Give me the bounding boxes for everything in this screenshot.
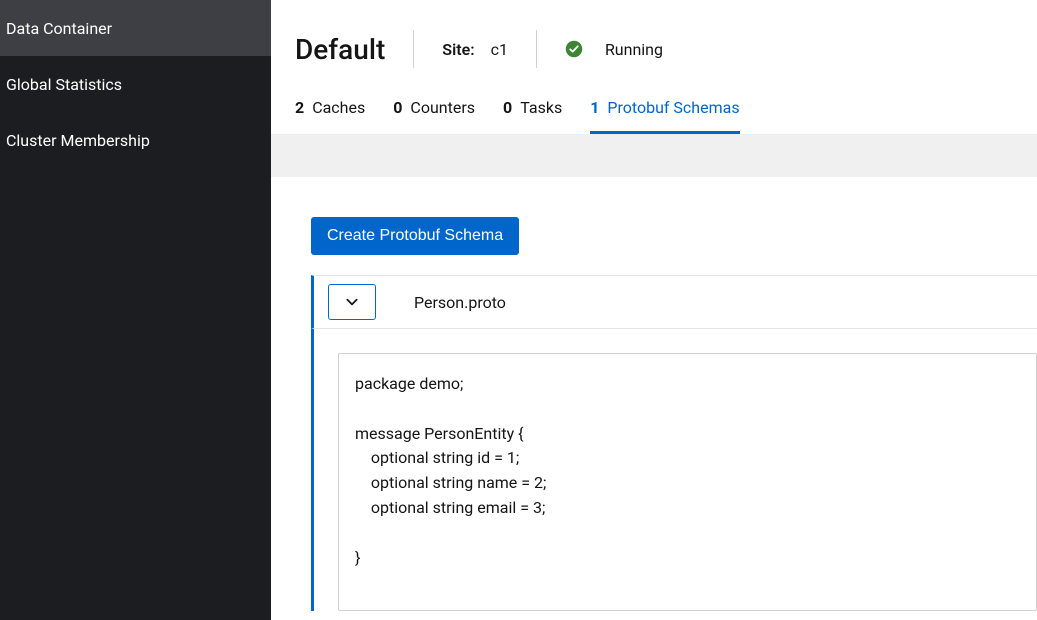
divider bbox=[413, 30, 414, 68]
code-wrap: package demo; message PersonEntity { opt… bbox=[311, 329, 1037, 611]
divider bbox=[536, 30, 537, 68]
sidebar-item-label: Global Statistics bbox=[6, 75, 122, 94]
content-separator bbox=[271, 135, 1037, 177]
tab-count: 1 bbox=[590, 98, 599, 117]
schema-name: Person.proto bbox=[414, 293, 506, 312]
tab-label: Tasks bbox=[520, 98, 562, 117]
site-block: Site: c1 bbox=[442, 40, 508, 59]
schema-header: Person.proto bbox=[311, 275, 1037, 329]
create-protobuf-schema-button[interactable]: Create Protobuf Schema bbox=[311, 217, 519, 255]
status-block: Running bbox=[565, 40, 663, 59]
tab-count: 2 bbox=[295, 98, 304, 117]
schema-block: Person.proto package demo; message Perso… bbox=[311, 275, 1037, 611]
tab-count: 0 bbox=[393, 98, 402, 117]
tab-count: 0 bbox=[503, 98, 512, 117]
content-panel: Create Protobuf Schema Person.proto pack… bbox=[271, 177, 1037, 620]
tabs: 2 Caches 0 Counters 0 Tasks 1 Protobuf S… bbox=[271, 94, 1037, 135]
site-label: Site: bbox=[442, 40, 474, 59]
site-value: c1 bbox=[491, 40, 508, 59]
status-text: Running bbox=[605, 40, 663, 59]
tab-label: Caches bbox=[312, 98, 365, 117]
sidebar-item-label: Data Container bbox=[6, 19, 112, 38]
schema-code: package demo; message PersonEntity { opt… bbox=[338, 353, 1037, 611]
tab-label: Counters bbox=[410, 98, 475, 117]
check-circle-icon bbox=[565, 40, 583, 58]
sidebar-item-global-statistics[interactable]: Global Statistics bbox=[0, 56, 271, 112]
page-title: Default bbox=[295, 33, 385, 66]
tab-caches[interactable]: 2 Caches bbox=[295, 94, 365, 134]
sidebar: Data Container Global Statistics Cluster… bbox=[0, 0, 271, 620]
page-header: Default Site: c1 Running bbox=[271, 0, 1037, 94]
tab-tasks[interactable]: 0 Tasks bbox=[503, 94, 562, 134]
expand-toggle-button[interactable] bbox=[328, 284, 376, 320]
sidebar-item-data-container[interactable]: Data Container bbox=[0, 0, 271, 56]
tab-counters[interactable]: 0 Counters bbox=[393, 94, 475, 134]
tab-protobuf-schemas[interactable]: 1 Protobuf Schemas bbox=[590, 94, 739, 134]
sidebar-item-cluster-membership[interactable]: Cluster Membership bbox=[0, 112, 271, 168]
main-panel: Default Site: c1 Running 2 Caches bbox=[271, 0, 1037, 620]
sidebar-item-label: Cluster Membership bbox=[6, 131, 150, 150]
tab-label: Protobuf Schemas bbox=[607, 98, 739, 117]
chevron-down-icon bbox=[345, 295, 359, 309]
